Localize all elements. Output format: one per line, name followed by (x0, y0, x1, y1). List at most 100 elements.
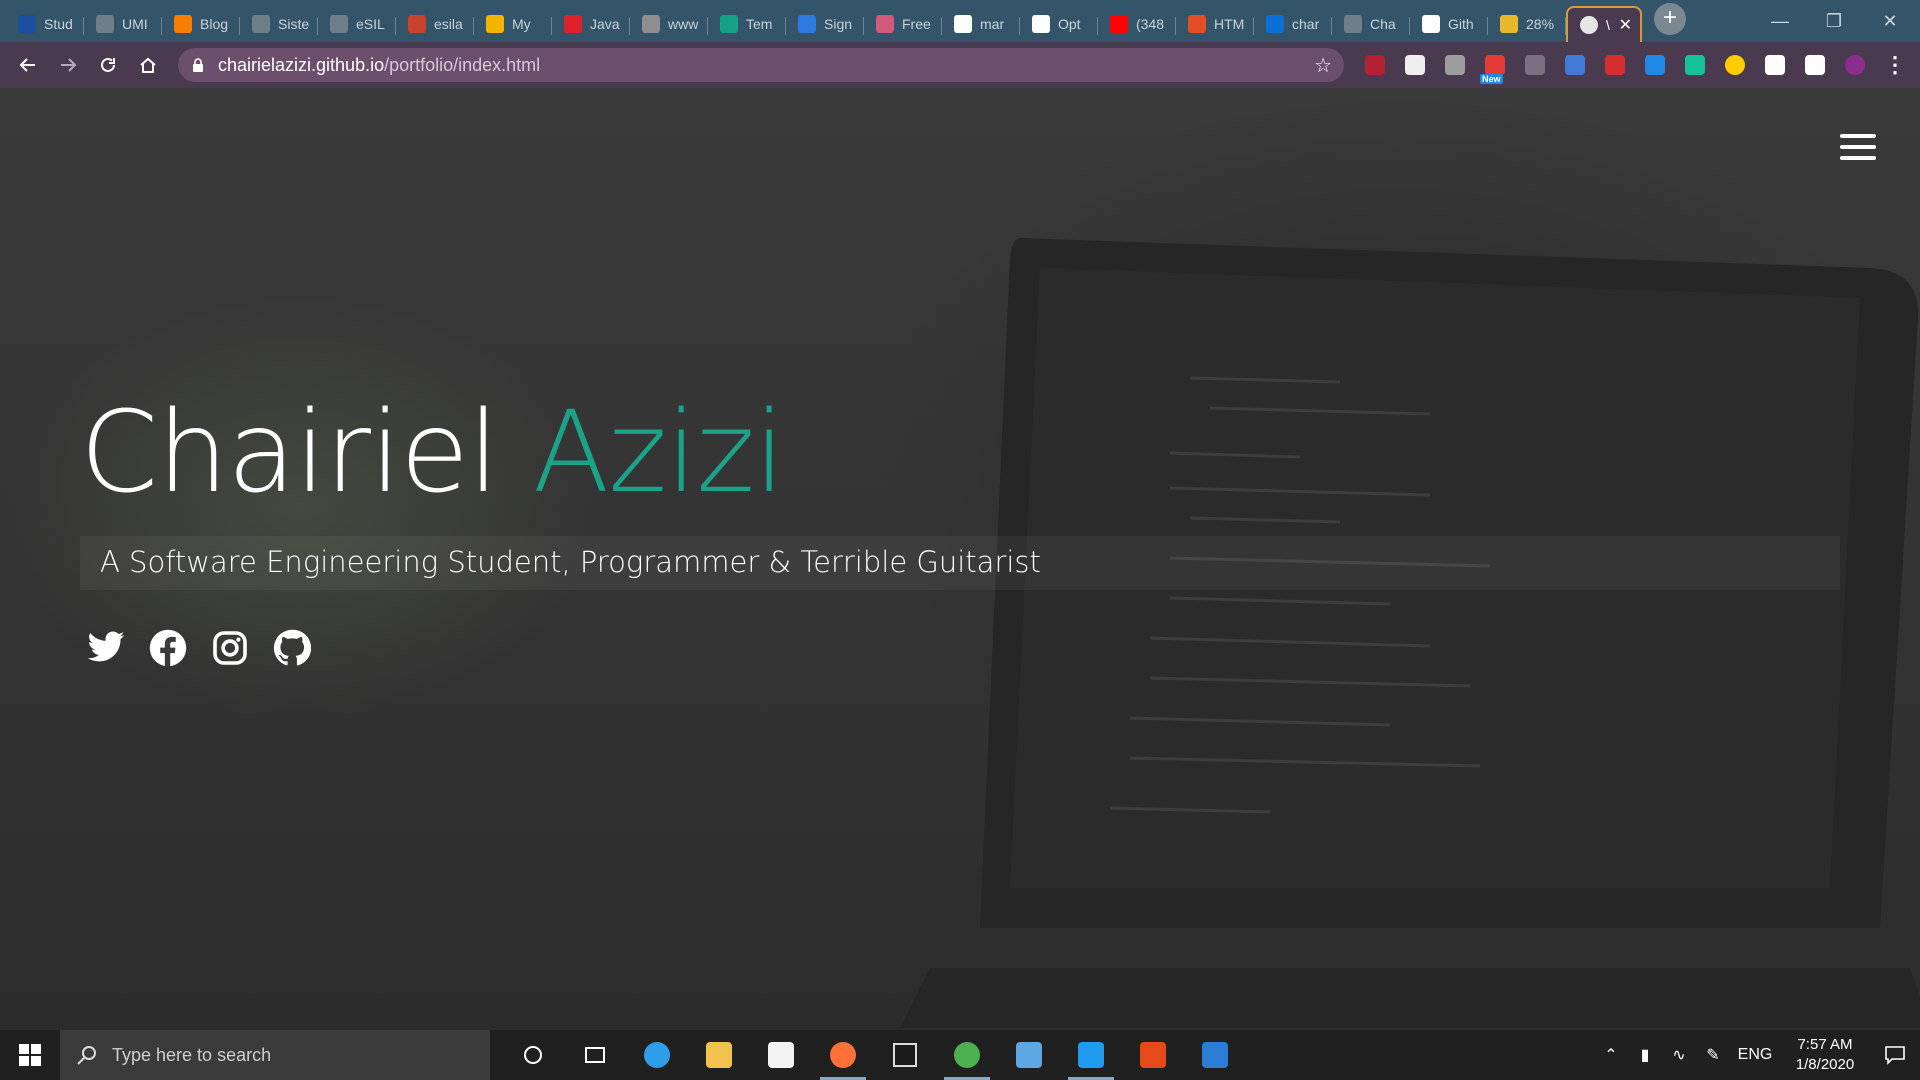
taskbar-search-box[interactable]: Type here to search (60, 1030, 490, 1080)
word-taskbar-button[interactable] (1184, 1030, 1246, 1080)
tab-title: Siste (278, 16, 310, 32)
browser-tab[interactable]: Java (552, 6, 630, 42)
shapes-icon (876, 15, 894, 33)
browser-tab[interactable]: char (1254, 6, 1332, 42)
hamburger-menu-icon[interactable] (1840, 134, 1876, 160)
browser-tab[interactable]: 28% (1488, 6, 1566, 42)
instagram-link[interactable] (210, 628, 250, 668)
extensions-area: New ⋮ (1360, 50, 1910, 84)
pdf-icon[interactable] (1600, 50, 1630, 80)
first-name: Chairiel (80, 388, 499, 518)
start-button[interactable] (0, 1030, 60, 1080)
browser-tab[interactable]: Siste (240, 6, 318, 42)
tab-title: \ (1606, 17, 1610, 33)
bookmark-star-icon[interactable]: ☆ (1314, 53, 1332, 78)
url-host: chairielazizi.github.io (218, 54, 385, 75)
office-icon (1140, 1042, 1166, 1068)
grammarly-icon[interactable] (1680, 50, 1710, 80)
flag-us-icon[interactable] (1360, 50, 1390, 80)
cup-icon[interactable] (1440, 50, 1470, 80)
cortana-icon (524, 1046, 542, 1064)
office-taskbar-button[interactable] (1122, 1030, 1184, 1080)
pinned-apps (502, 1030, 1246, 1080)
file-explorer-taskbar-button[interactable] (688, 1030, 750, 1080)
warning-icon (408, 15, 426, 33)
gear-ext-icon[interactable] (1520, 50, 1550, 80)
glasses-icon[interactable] (1400, 50, 1430, 80)
browser-tab-active[interactable]: \ ✕ (1566, 6, 1642, 42)
mail-taskbar-button[interactable] (998, 1030, 1060, 1080)
browser-tab[interactable]: Blog (162, 6, 240, 42)
tab-title: UMI (122, 16, 148, 32)
avatar-icon[interactable] (1840, 50, 1870, 80)
store-icon (768, 1042, 794, 1068)
clock-date: 1/8/2020 (1795, 1056, 1855, 1073)
language-indicator[interactable]: ENG (1730, 1046, 1780, 1064)
github-icon (273, 629, 311, 666)
wifi-icon[interactable]: ∿ (1662, 1045, 1696, 1065)
store-taskbar-button[interactable] (750, 1030, 812, 1080)
browser-tab[interactable]: My (474, 6, 552, 42)
browser-tab[interactable]: eSIL (318, 6, 396, 42)
browser-tab[interactable]: www (630, 6, 708, 42)
show-hidden-icons-icon[interactable]: ⌃ (1594, 1045, 1628, 1065)
home-button[interactable] (128, 45, 168, 85)
restore-button[interactable]: ❐ (1806, 0, 1862, 42)
browser-tab[interactable]: UMI (84, 6, 162, 42)
browser-tab[interactable]: HTM (1176, 6, 1254, 42)
pen-icon[interactable] (1560, 50, 1590, 80)
playlist-icon[interactable] (1800, 50, 1830, 80)
back-button[interactable] (8, 45, 48, 85)
browser-tab[interactable]: mar (942, 6, 1020, 42)
browser-tab[interactable]: (348 (1098, 6, 1176, 42)
hero-name: Chairiel Azizi (80, 388, 785, 518)
address-bar[interactable]: chairielazizi.github.io/portfolio/index.… (178, 48, 1344, 82)
facebook-link[interactable] (148, 628, 188, 668)
notion-taskbar-button[interactable] (874, 1030, 936, 1080)
battery-icon[interactable]: ▮ (1628, 1045, 1662, 1065)
tab-title: (348 (1136, 16, 1165, 32)
firefox-taskbar-button[interactable] (812, 1030, 874, 1080)
new-tab-button[interactable]: + (1654, 2, 1686, 35)
pacman-icon[interactable] (1720, 50, 1750, 80)
twitter-link[interactable] (86, 628, 126, 668)
close-tab-icon[interactable]: ✕ (1619, 15, 1632, 35)
reload-icon (101, 57, 115, 72)
browser-tab[interactable]: Gith (1410, 6, 1488, 42)
browser-tab[interactable]: Sign (786, 6, 864, 42)
puzzle-icon[interactable] (1760, 50, 1790, 80)
minimize-button[interactable]: — (1752, 0, 1808, 42)
windows-taskbar: Type here to search ⌃ ▮ ∿ ✎ ENG 7:57 AM … (0, 1030, 1920, 1080)
reload-button[interactable] (88, 45, 128, 85)
browser-tab[interactable]: Cha (1332, 6, 1410, 42)
chrome-taskbar-button[interactable] (936, 1030, 998, 1080)
clock[interactable]: 7:57 AM 1/8/2020 (1780, 1035, 1870, 1075)
system-tray: ⌃ ▮ ∿ ✎ ENG 7:57 AM 1/8/2020 (1594, 1030, 1920, 1080)
task-view-icon (585, 1047, 605, 1063)
forward-button[interactable] (48, 45, 88, 85)
page-viewport: Chairiel Azizi A Software Engineering St… (0, 88, 1920, 1030)
s-icon[interactable] (1640, 50, 1670, 80)
tab-title: Tem (746, 16, 773, 32)
close-window-button[interactable]: ✕ (1862, 0, 1918, 42)
browser-tab[interactable]: Opt (1020, 6, 1098, 42)
edge-taskbar-button[interactable] (626, 1030, 688, 1080)
browser-tab[interactable]: Stud (6, 6, 84, 42)
github-link[interactable] (272, 628, 312, 668)
browser-tab[interactable]: esila (396, 6, 474, 42)
new-badge-icon[interactable]: New (1480, 50, 1510, 84)
menu-dots-icon[interactable]: ⋮ (1880, 50, 1910, 80)
notification-center-button[interactable] (1870, 1045, 1920, 1065)
forward-arrow-icon (61, 58, 77, 72)
vscode-taskbar-button[interactable] (1060, 1030, 1122, 1080)
tab-title: Blog (200, 16, 229, 32)
browser-tab[interactable]: Free (864, 6, 942, 42)
cortana-taskbar-button[interactable] (502, 1030, 564, 1080)
task-view-taskbar-button[interactable] (564, 1030, 626, 1080)
pen-workspace-icon[interactable]: ✎ (1696, 1045, 1730, 1065)
edge-icon (644, 1042, 670, 1068)
url-text[interactable]: chairielazizi.github.io/portfolio/index.… (218, 55, 540, 76)
globe-icon (96, 15, 114, 33)
globe-icon (252, 15, 270, 33)
browser-tab[interactable]: Tem (708, 6, 786, 42)
